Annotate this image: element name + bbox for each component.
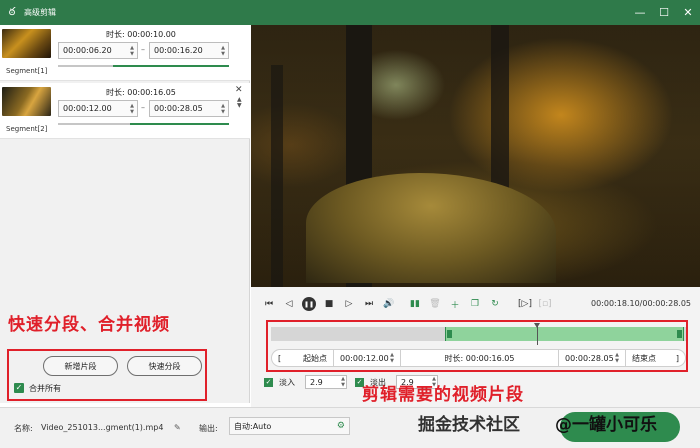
segment-range-bar: [58, 65, 229, 67]
output-label: 输出:: [199, 424, 218, 433]
range-separator: –: [141, 103, 145, 112]
volume-icon[interactable]: 🔊: [382, 297, 396, 311]
segment-item[interactable]: Segment[2] 时长: 00:00:16.05 00:00:12.00 ▲…: [0, 83, 250, 139]
output-select[interactable]: 自动:Auto ⚙: [229, 417, 350, 435]
fade-in-checkbox[interactable]: ✓: [264, 377, 273, 387]
segment-duration: 时长: 00:00:10.00: [106, 30, 176, 39]
split-icon[interactable]: ▮▮: [408, 297, 422, 311]
segment-start-input[interactable]: 00:00:12.00 ▲ ▼: [58, 100, 138, 117]
segment-actions-highlight: 新增片段 快速分段 ✓ 合并所有: [7, 349, 207, 401]
spinner-icon[interactable]: ▲ ▼: [127, 43, 137, 58]
end-time-value: 00:00:28.05: [565, 353, 614, 363]
fade-in-input[interactable]: 2.9 ▲ ▼: [305, 375, 347, 389]
rabbit-logo-icon: ఠ: [8, 4, 16, 18]
segment-start-value: 00:00:12.00: [63, 104, 112, 113]
start-point-label: 起始点: [303, 353, 327, 363]
name-label: 名称:: [14, 424, 33, 433]
end-time-input[interactable]: 00:00:28.05 ▲ ▼: [559, 350, 626, 366]
step-forward-icon[interactable]: ▷: [342, 297, 356, 311]
spinner-icon[interactable]: ▲ ▼: [127, 101, 137, 116]
set-start-button[interactable]: [ 起始点: [272, 350, 334, 366]
segment-range-fill: [129, 123, 229, 125]
segment-duration: 时长: 00:00:16.05: [106, 88, 176, 97]
segment-range-bar: [58, 123, 229, 125]
bracket-icon: ]: [675, 353, 679, 363]
window-title: 高级剪辑: [24, 8, 56, 17]
segment-label: Segment[2]: [6, 125, 48, 133]
segment-end-value: 00:00:28.05: [154, 104, 203, 113]
video-frame-detail: [306, 173, 556, 283]
segment-end-input[interactable]: 00:00:28.05 ▲ ▼: [149, 100, 229, 117]
timeline-track[interactable]: [271, 323, 686, 345]
segment-end-input[interactable]: 00:00:16.20 ▲ ▼: [149, 42, 229, 59]
output-value: 自动:Auto: [234, 421, 272, 431]
spinner-icon[interactable]: ▲ ▼: [218, 101, 228, 116]
file-name: Video_251013...gment(1).mp4: [41, 423, 164, 432]
copy-icon[interactable]: ❐: [468, 297, 482, 311]
current-time: 00:00:18.10/00:00:28.05: [591, 299, 691, 308]
segment-panel: Segment[1] 时长: 00:00:10.00 00:00:06.20 ▲…: [0, 25, 250, 403]
segment-label: Segment[1]: [6, 67, 48, 75]
delete-icon[interactable]: 🗑: [428, 297, 442, 311]
spinner-icon[interactable]: ▲ ▼: [390, 352, 394, 364]
start-time-value: 00:00:12.00: [340, 353, 389, 363]
range-end-handle[interactable]: [676, 330, 682, 338]
segment-start-input[interactable]: 00:00:06.20 ▲ ▼: [58, 42, 138, 59]
merge-all-label: 合并所有: [29, 384, 61, 393]
skip-to-start-icon[interactable]: ⏮: [262, 297, 276, 311]
spinner-icon[interactable]: ▲ ▼: [615, 352, 619, 364]
trim-duration: 时长: 00:00:16.05: [401, 350, 559, 366]
segment-thumbnail: [2, 29, 51, 58]
fade-in-value: 2.9: [310, 377, 323, 387]
video-preview[interactable]: [251, 25, 700, 287]
set-end-button[interactable]: 结束点 ]: [626, 350, 685, 366]
maximize-button[interactable]: ☐: [652, 0, 676, 25]
range-start-handle[interactable]: [447, 330, 453, 338]
video-frame-detail: [271, 65, 283, 287]
range-separator: –: [141, 45, 145, 54]
spinner-icon[interactable]: ▲ ▼: [218, 43, 228, 58]
pause-icon[interactable]: ❚❚: [302, 297, 316, 311]
bracket-icon: [: [278, 353, 282, 363]
skip-to-end-icon[interactable]: ⏭: [362, 297, 376, 311]
close-button[interactable]: ✕: [676, 0, 700, 25]
end-point-label: 结束点: [632, 353, 656, 363]
fade-in-label: 淡入: [279, 377, 295, 387]
segment-end-value: 00:00:16.20: [154, 46, 203, 55]
add-icon[interactable]: ＋: [448, 297, 462, 311]
segment-range-fill: [112, 65, 229, 67]
minimize-button[interactable]: —: [628, 0, 652, 25]
trim-duration-value: 时长: 00:00:16.05: [444, 353, 515, 363]
playhead[interactable]: [533, 323, 540, 345]
watermark-author: @一罐小可乐: [555, 415, 657, 435]
spinner-icon[interactable]: ▲ ▼: [341, 376, 346, 388]
step-back-icon[interactable]: ◁: [282, 297, 296, 311]
add-segment-button[interactable]: 新增片段: [43, 356, 118, 376]
segment-item[interactable]: Segment[1] 时长: 00:00:10.00 00:00:06.20 ▲…: [0, 25, 250, 81]
mark-in-out-icon[interactable]: [▷]: [518, 297, 532, 311]
remove-segment-icon[interactable]: ✕: [235, 85, 243, 95]
timeline-highlight: [ 起始点 00:00:12.00 ▲ ▼ 时长: 00:00:16.05 00:…: [266, 320, 688, 372]
edit-name-icon[interactable]: ✎: [174, 423, 181, 432]
gear-icon[interactable]: ⚙: [337, 421, 345, 431]
start-time-input[interactable]: 00:00:12.00 ▲ ▼: [334, 350, 401, 366]
selected-range[interactable]: [445, 327, 684, 341]
segment-start-value: 00:00:06.20: [63, 46, 112, 55]
left-annotation: 快速分段、合并视频: [8, 315, 170, 335]
merge-all-checkbox[interactable]: ✓: [14, 383, 24, 393]
reset-icon[interactable]: ↻: [488, 297, 502, 311]
stop-icon[interactable]: ■: [322, 297, 336, 311]
title-bar: ఠ 高级剪辑 — ☐ ✕: [0, 0, 700, 25]
quick-split-button[interactable]: 快速分段: [127, 356, 202, 376]
segment-thumbnail: [2, 87, 51, 116]
reorder-icon[interactable]: ▲ ▼: [237, 97, 242, 109]
trim-row: [ 起始点 00:00:12.00 ▲ ▼ 时长: 00:00:16.05 00:…: [271, 349, 686, 367]
snapshot-icon[interactable]: [▫]: [538, 297, 552, 311]
watermark: 掘金技术社区: [418, 415, 520, 435]
right-annotation: 剪辑需要的视频片段: [362, 385, 524, 405]
